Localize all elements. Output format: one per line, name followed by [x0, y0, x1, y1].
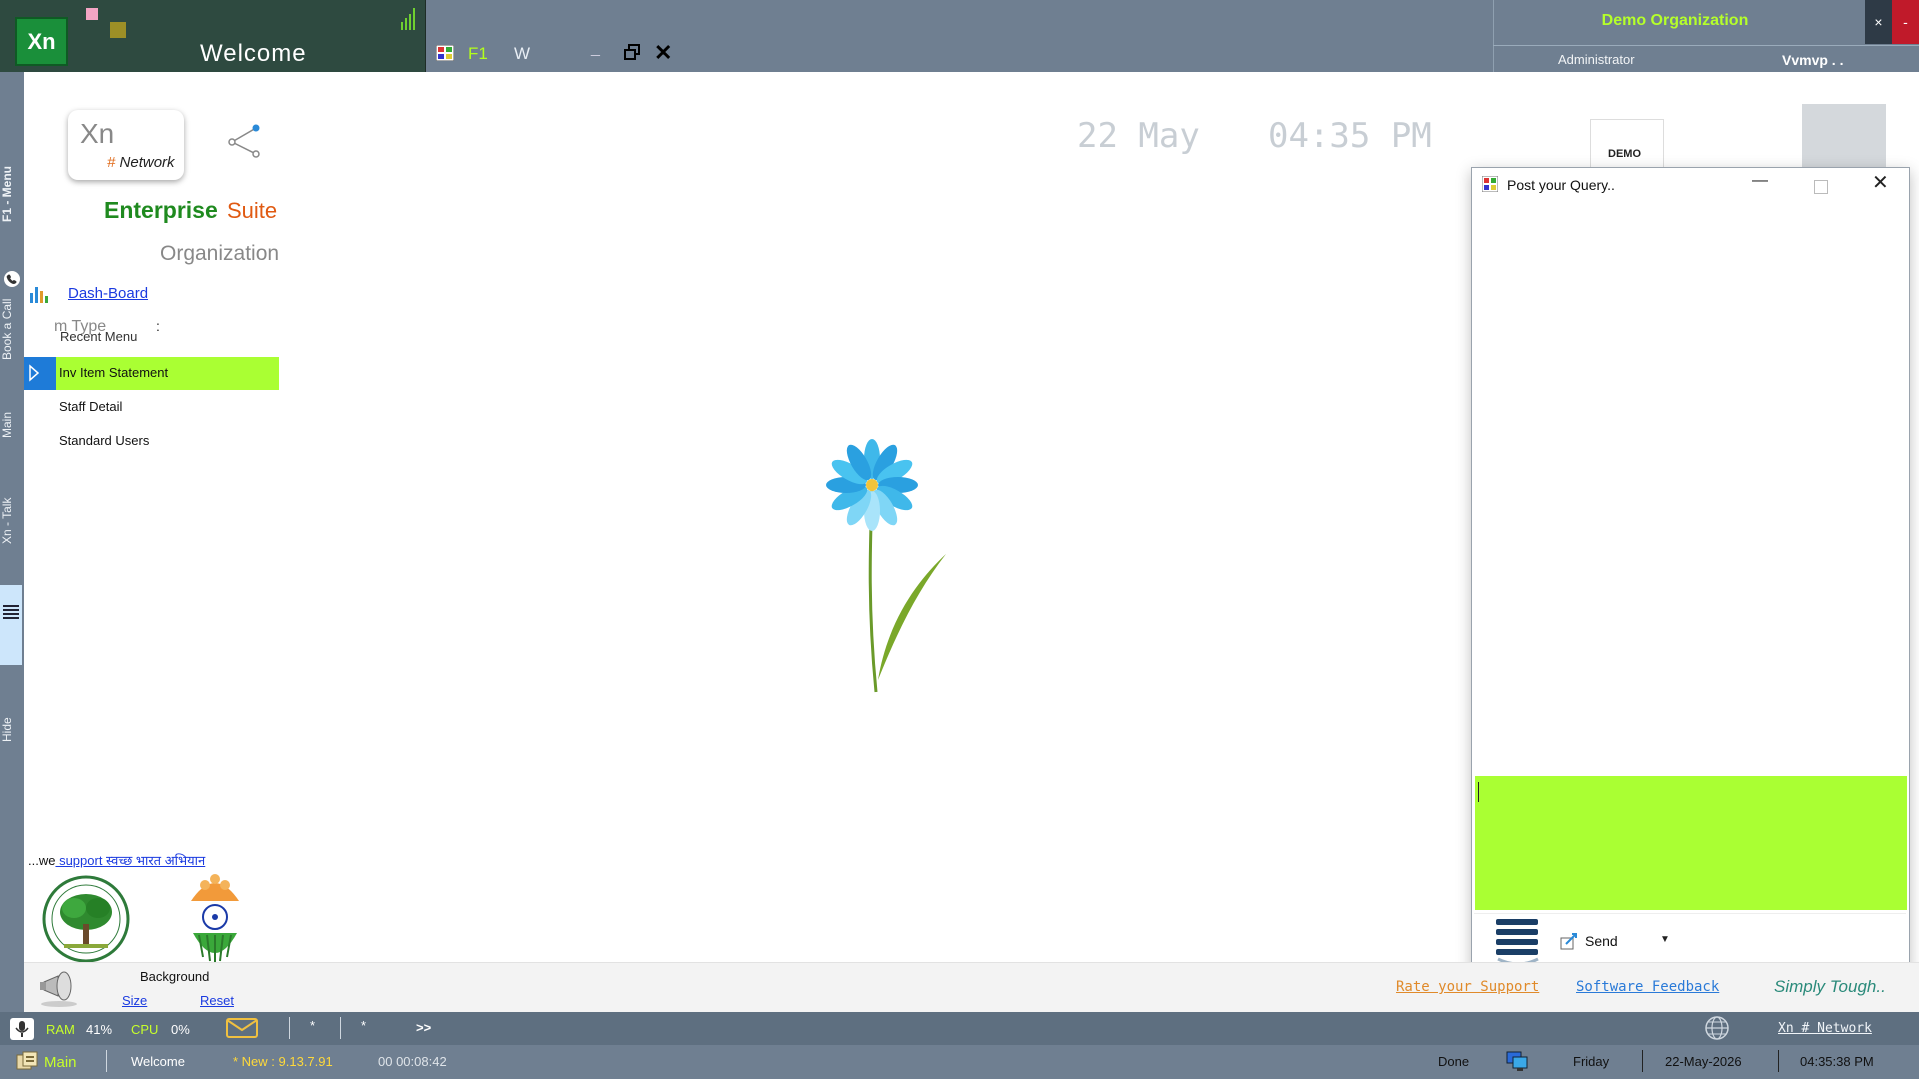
divider	[340, 1017, 341, 1039]
user-role: Administrator	[1558, 52, 1635, 67]
dialog-close-button[interactable]: ✕	[1872, 170, 1889, 195]
background-reset-link[interactable]: Reset	[200, 993, 234, 1008]
organization-panel	[1493, 0, 1919, 72]
rate-support-link[interactable]: Rate your Support	[1396, 979, 1539, 995]
enterprise-label: Enterprise	[104, 197, 218, 223]
divider	[289, 1017, 290, 1039]
user-name[interactable]: Vvmvp . .	[1782, 52, 1843, 68]
swachh-bharat-line: ...we support स्वच्छ भारत अभियान	[28, 851, 205, 869]
query-input[interactable]	[1475, 776, 1907, 910]
india-emblem-icon	[191, 874, 239, 963]
card-network-text: # Network	[107, 154, 175, 171]
swachh-bharat-link[interactable]: support स्वच्छ भारत अभियान	[55, 853, 205, 868]
phone-icon[interactable]	[3, 270, 21, 288]
recent-menu-label: Recent Menu	[60, 329, 138, 344]
olive-indicator	[110, 22, 126, 38]
minimize-button[interactable]: _	[591, 40, 600, 58]
star-indicator[interactable]: *	[361, 1018, 366, 1033]
suite-label: Suite	[227, 198, 278, 223]
tree-emblem-icon	[42, 875, 130, 963]
divider	[1493, 45, 1919, 46]
bar-chart-icon	[30, 287, 48, 303]
grid-icon[interactable]	[436, 45, 454, 61]
restore-icon[interactable]	[624, 44, 640, 60]
recent-menu-item[interactable]: Inv Item Statement	[59, 365, 168, 380]
time-display: 04:35 PM	[1268, 116, 1432, 156]
flower-wallpaper	[826, 439, 946, 693]
divider	[1778, 1050, 1779, 1072]
menu-lines-icon[interactable]	[3, 604, 19, 620]
app-window-icon	[1482, 176, 1498, 192]
card-hash: #	[107, 154, 116, 171]
chat-lines-icon[interactable]	[1494, 915, 1540, 969]
mail-icon[interactable]	[226, 1018, 258, 1038]
version-label[interactable]: * New : 9.13.7.91	[233, 1054, 333, 1069]
org-close-button[interactable]: ×	[1865, 0, 1892, 44]
w-button[interactable]: W	[514, 44, 530, 64]
close-button[interactable]: ✕	[654, 40, 672, 66]
dashboard-link[interactable]: Dash-Board	[68, 285, 148, 302]
window-title: Welcome	[200, 40, 307, 67]
dialog-title: Post your Query..	[1507, 177, 1615, 193]
main-app-icon[interactable]	[16, 1051, 38, 1071]
dialog-minimize-button[interactable]: —	[1752, 172, 1768, 190]
signal-icon	[401, 8, 415, 30]
tab-hide[interactable]: Hide	[0, 712, 24, 747]
tagline: Simply Tough..	[1774, 977, 1886, 996]
star-indicator[interactable]: *	[310, 1018, 315, 1033]
swachh-prefix: ...we	[28, 853, 56, 868]
tab-xn-talk[interactable]: Xn - Talk	[0, 492, 24, 550]
xn-network-link[interactable]: Xn # Network	[1778, 1021, 1872, 1036]
colon-label: :	[156, 318, 160, 334]
text-caret	[1478, 782, 1479, 802]
pink-indicator	[86, 8, 98, 20]
cpu-value: 0%	[171, 1022, 190, 1037]
recent-menu-item[interactable]: Standard Users	[59, 433, 149, 448]
elapsed-time: 00 00:08:42	[378, 1054, 447, 1069]
organization-label: Organization	[160, 242, 280, 265]
megaphone-icon[interactable]	[36, 966, 82, 1008]
f1-menu-button[interactable]: F1	[468, 44, 488, 64]
avatar[interactable]	[1802, 104, 1886, 170]
date-label: 22-May-2026	[1665, 1054, 1742, 1069]
vertical-tab-strip: F1 - Menu Book a Call Main Xn - Talk Hid…	[0, 72, 24, 1012]
ram-value: 41%	[86, 1022, 113, 1037]
more-button[interactable]: >>	[416, 1020, 431, 1035]
send-icon[interactable]	[1560, 932, 1578, 950]
ram-label: RAM	[46, 1022, 75, 1037]
cpu-label: CPU	[131, 1022, 159, 1037]
send-button[interactable]: Send	[1585, 933, 1618, 949]
day-label: Friday	[1573, 1054, 1610, 1069]
date-display: 22 May	[1077, 116, 1200, 156]
tab-query-active[interactable]	[0, 585, 22, 665]
org-minimize-button[interactable]: -	[1892, 0, 1919, 44]
dialog-maximize-button[interactable]	[1814, 180, 1828, 194]
microphone-icon[interactable]	[10, 1018, 34, 1040]
globe-icon[interactable]	[1704, 1015, 1730, 1041]
organization-name[interactable]: Demo Organization	[1560, 12, 1790, 30]
background-label: Background	[140, 969, 210, 984]
current-screen-label: Welcome	[131, 1054, 185, 1069]
tab-book-a-call[interactable]: Book a Call	[0, 292, 24, 367]
card-network-label: Network	[119, 154, 175, 171]
xn-app-logo: Xn	[15, 17, 68, 66]
divider	[1642, 1050, 1643, 1072]
card-xn-text: Xn	[80, 118, 115, 149]
status-bar-top	[0, 1012, 1919, 1045]
time-label: 04:35:38 PM	[1800, 1054, 1874, 1069]
play-arrow-icon	[29, 364, 39, 382]
network-icon[interactable]	[1505, 1050, 1529, 1072]
status-done: Done	[1438, 1054, 1470, 1069]
send-dropdown-button[interactable]: ▼	[1660, 934, 1670, 945]
background-size-link[interactable]: Size	[122, 993, 147, 1008]
tab-main[interactable]: Main	[0, 402, 24, 447]
software-feedback-link[interactable]: Software Feedback	[1576, 979, 1719, 995]
demo-logo-text: DEMO	[1608, 148, 1641, 160]
main-status-label[interactable]: Main	[44, 1054, 77, 1071]
share-icon[interactable]	[226, 120, 262, 160]
demo-logo	[1590, 119, 1664, 171]
divider	[106, 1050, 107, 1072]
recent-menu-item[interactable]: Staff Detail	[59, 399, 122, 414]
tab-f1-menu[interactable]: F1 - Menu	[0, 154, 24, 234]
